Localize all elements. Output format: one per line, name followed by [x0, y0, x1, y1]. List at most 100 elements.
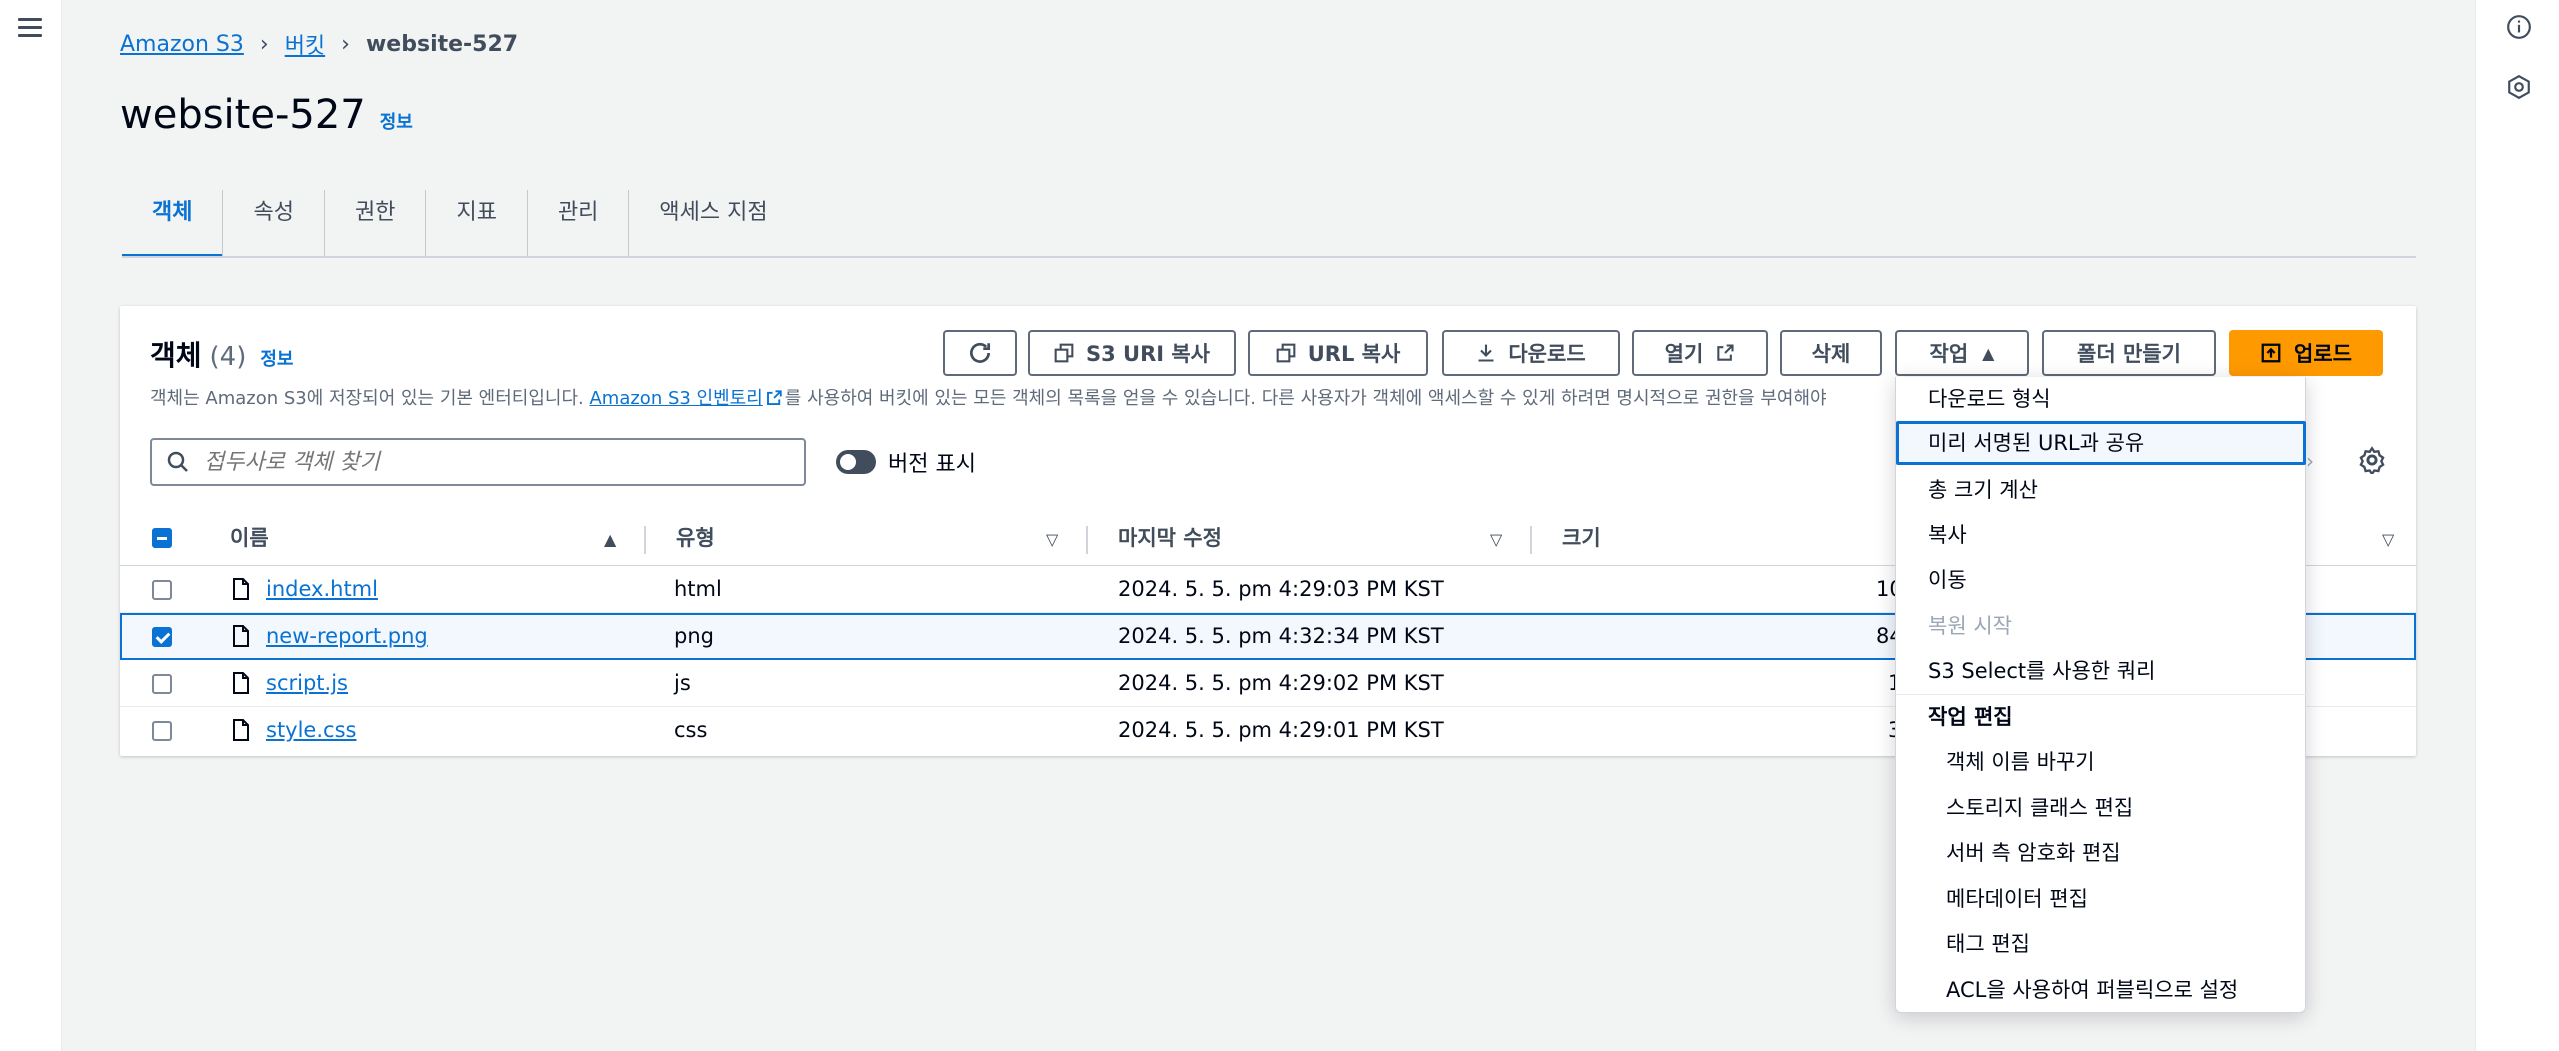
copy-icon	[1054, 343, 1074, 363]
copy-url-label: URL 복사	[1307, 342, 1401, 366]
menu-item-edit-storage-class[interactable]: 스토리지 클래스 편집	[1896, 786, 2306, 830]
menu-group-edit-actions: 작업 편집	[1928, 705, 2013, 729]
chevron-right-icon: ›	[259, 31, 269, 57]
menu-icon[interactable]	[18, 18, 42, 38]
column-divider	[644, 526, 646, 554]
breadcrumb: Amazon S3 › 버킷 › website-527	[120, 28, 518, 60]
objects-info-link[interactable]: 정보	[260, 345, 293, 371]
copy-icon	[1276, 343, 1296, 363]
open-label: 열기	[1664, 342, 1704, 366]
menu-item-share-presigned-url[interactable]: 미리 서명된 URL과 공유	[1896, 421, 2306, 465]
actions-dropdown-menu: 다운로드 형식 미리 서명된 URL과 공유 총 크기 계산 복사 이동 복원 …	[1895, 377, 2306, 1013]
page-info-link[interactable]: 정보	[380, 108, 413, 134]
copy-s3-uri-button[interactable]: S3 URI 복사	[1028, 330, 1236, 376]
sort-icon[interactable]: ▽	[2382, 530, 2394, 549]
tab-properties[interactable]: 속성	[223, 190, 325, 258]
breadcrumb-current: website-527	[365, 31, 519, 57]
delete-label: 삭제	[1811, 342, 1851, 366]
object-name-link[interactable]: style.css	[266, 718, 356, 742]
next-page-icon[interactable]: ›	[2306, 449, 2314, 473]
open-button[interactable]: 열기	[1632, 330, 1768, 376]
objects-title: 객체	[150, 339, 202, 372]
file-icon	[233, 625, 249, 647]
column-last-modified[interactable]: 마지막 수정	[1118, 510, 1222, 566]
search-icon	[167, 451, 188, 472]
copy-url-button[interactable]: URL 복사	[1248, 330, 1428, 376]
object-modified: 2024. 5. 5. pm 4:32:34 PM KST	[1118, 624, 1444, 648]
download-button[interactable]: 다운로드	[1442, 330, 1620, 376]
copy-s3-uri-label: S3 URI 복사	[1085, 342, 1211, 366]
object-type: html	[674, 577, 722, 601]
column-divider	[1086, 526, 1088, 554]
objects-count: (4)	[209, 342, 247, 372]
tab-objects[interactable]: 객체	[122, 190, 224, 258]
search-box	[150, 438, 806, 486]
menu-item-edit-server-side-encryption[interactable]: 서버 측 암호화 편집	[1896, 831, 2306, 875]
upload-button[interactable]: 업로드	[2229, 330, 2383, 376]
show-versions-toggle[interactable]	[836, 450, 876, 474]
menu-item-download-as[interactable]: 다운로드 형식	[1896, 377, 2306, 421]
tab-metrics[interactable]: 지표	[426, 190, 528, 258]
actions-label: 작업	[1929, 342, 1969, 366]
object-modified: 2024. 5. 5. pm 4:29:02 PM KST	[1118, 671, 1444, 695]
sort-icon[interactable]: ▽	[1490, 530, 1502, 549]
search-input[interactable]	[204, 449, 764, 475]
row-checkbox[interactable]	[152, 674, 172, 694]
object-name-link[interactable]: script.js	[266, 671, 348, 695]
column-divider	[1530, 526, 1532, 554]
row-checkbox[interactable]	[152, 627, 172, 647]
tab-permissions[interactable]: 권한	[325, 190, 427, 258]
tab-management[interactable]: 관리	[528, 190, 630, 258]
menu-item-edit-metadata[interactable]: 메타데이터 편집	[1896, 877, 2306, 921]
actions-button[interactable]: 작업 ▲	[1895, 330, 2029, 376]
tools-rail	[2475, 0, 2559, 1051]
menu-item-calculate-total-size[interactable]: 총 크기 계산	[1896, 468, 2306, 512]
column-name[interactable]: 이름	[230, 510, 269, 566]
caret-up-icon: ▲	[1982, 343, 1995, 363]
object-type: css	[674, 718, 708, 742]
breadcrumb-amazon-s3[interactable]: Amazon S3	[120, 32, 244, 57]
object-name-link[interactable]: index.html	[266, 577, 378, 601]
upload-icon	[2261, 343, 2281, 363]
gear-icon[interactable]	[2358, 446, 2386, 474]
tab-access-points[interactable]: 액세스 지점	[629, 190, 797, 258]
menu-item-query-with-s3-select[interactable]: S3 Select를 사용한 쿼리	[1896, 649, 2306, 693]
chevron-right-icon: ›	[341, 31, 350, 57]
object-modified: 2024. 5. 5. pm 4:29:03 PM KST	[1118, 577, 1444, 601]
tab-bar: 객체 속성 권한 지표 관리 액세스 지점	[122, 190, 798, 258]
external-link-icon	[1717, 344, 1734, 361]
sort-icon[interactable]: ▽	[1046, 530, 1058, 549]
objects-header: 객체 (4) 정보	[150, 334, 294, 374]
download-icon	[1478, 344, 1494, 362]
tabs-divider	[122, 256, 2416, 258]
menu-item-edit-tags[interactable]: 태그 편집	[1896, 922, 2306, 966]
column-type[interactable]: 유형	[676, 510, 715, 566]
create-folder-button[interactable]: 폴더 만들기	[2042, 330, 2216, 376]
refresh-button[interactable]	[943, 330, 1017, 376]
menu-item-copy[interactable]: 복사	[1896, 513, 2306, 557]
feedback-icon[interactable]	[2506, 74, 2532, 100]
info-icon[interactable]	[2506, 14, 2532, 40]
download-label: 다운로드	[1508, 342, 1586, 366]
column-size[interactable]: 크기	[1562, 510, 1601, 566]
object-type: js	[674, 671, 691, 695]
row-checkbox[interactable]	[152, 721, 172, 741]
menu-item-rename-object[interactable]: 객체 이름 바꾸기	[1896, 740, 2306, 784]
inventory-link[interactable]: Amazon S3 인벤토리	[589, 388, 762, 409]
select-all-checkbox[interactable]	[152, 528, 172, 548]
object-modified: 2024. 5. 5. pm 4:29:01 PM KST	[1118, 718, 1444, 742]
object-name-link[interactable]: new-report.png	[266, 624, 428, 648]
page-title: website-527	[120, 92, 366, 138]
create-folder-label: 폴더 만들기	[2077, 342, 2181, 366]
sort-ascending-icon[interactable]: ▲	[604, 530, 616, 549]
breadcrumb-buckets[interactable]: 버킷	[285, 28, 325, 60]
show-versions-control: 버전 표시	[836, 446, 976, 478]
upload-label: 업로드	[2294, 342, 2352, 366]
description-text: 객체는 Amazon S3에 저장되어 있는 기본 엔터티입니다.	[150, 388, 590, 409]
row-checkbox[interactable]	[152, 580, 172, 600]
delete-button[interactable]: 삭제	[1780, 330, 1882, 376]
objects-description: 객체는 Amazon S3에 저장되어 있는 기본 엔터티입니다. Amazon…	[150, 384, 1920, 410]
menu-item-move[interactable]: 이동	[1896, 558, 2306, 602]
menu-item-make-public-acl[interactable]: ACL을 사용하여 퍼블릭으로 설정	[1896, 968, 2306, 1012]
file-icon	[233, 578, 249, 600]
